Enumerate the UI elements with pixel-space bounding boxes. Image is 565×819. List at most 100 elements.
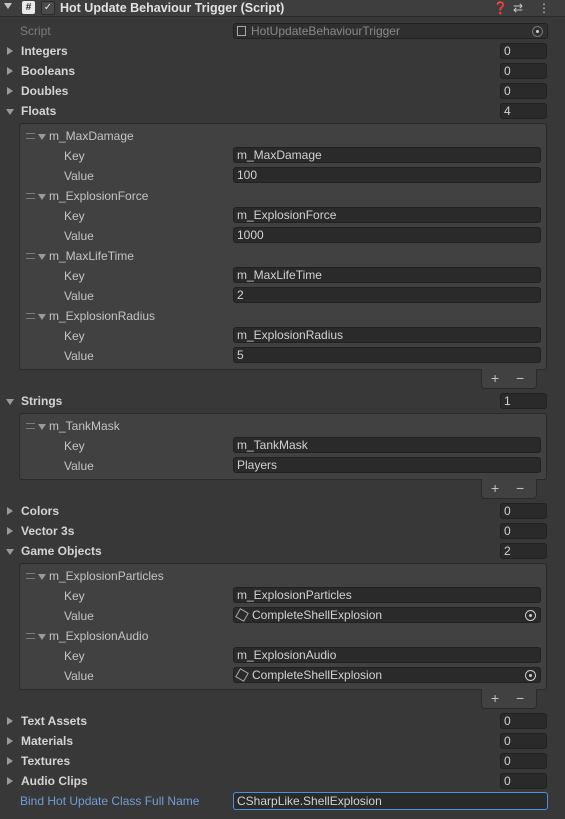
value-input[interactable]: 100	[233, 167, 541, 183]
game-objects-label[interactable]: Game Objects	[21, 544, 102, 558]
integers-count-input[interactable]: 0	[500, 43, 547, 59]
audio-clips-label[interactable]: Audio Clips	[21, 774, 88, 788]
list-item-name[interactable]: m_MaxDamage	[49, 129, 134, 143]
strings-count-input[interactable]: 1	[500, 393, 547, 409]
list-item-name[interactable]: m_ExplosionForce	[49, 189, 148, 203]
materials-count-input[interactable]: 0	[500, 733, 547, 749]
foldout-right-icon[interactable]	[7, 87, 13, 95]
foldout-down-icon[interactable]	[38, 254, 46, 260]
drag-handle-icon[interactable]	[26, 573, 35, 579]
vector3s-count-input[interactable]: 0	[500, 523, 547, 539]
script-icon: #	[22, 1, 35, 14]
vector3s-label[interactable]: Vector 3s	[21, 524, 74, 538]
object-picker-icon[interactable]	[525, 610, 536, 621]
object-field[interactable]: CompleteShellExplosion	[233, 667, 541, 683]
context-menu-icon[interactable]: ⋮	[538, 1, 550, 15]
drag-handle-icon[interactable]	[26, 313, 35, 319]
value-input[interactable]: Players	[233, 457, 541, 473]
booleans-label[interactable]: Booleans	[21, 64, 75, 78]
presets-icon[interactable]: ⇄	[513, 1, 523, 15]
foldout-down-icon[interactable]	[6, 549, 14, 555]
colors-count-input[interactable]: 0	[500, 503, 547, 519]
key-input[interactable]: m_ExplosionRadius	[233, 327, 541, 343]
foldout-down-icon[interactable]	[38, 634, 46, 640]
prefab-icon	[235, 668, 249, 682]
foldout-right-icon[interactable]	[7, 67, 13, 75]
foldout-right-icon[interactable]	[7, 737, 13, 745]
list-item-name[interactable]: m_ExplosionAudio	[49, 629, 148, 643]
foldout-down-icon[interactable]	[6, 399, 14, 405]
foldout-right-icon[interactable]	[7, 527, 13, 535]
bind-class-input[interactable]: CSharpLike.ShellExplosion	[233, 792, 548, 810]
remove-item-button[interactable]: −	[516, 370, 524, 386]
help-icon[interactable]: ❓	[493, 1, 508, 15]
key-label: Key	[64, 439, 85, 453]
audio-clips-count-input[interactable]: 0	[500, 773, 547, 789]
booleans-count-input[interactable]: 0	[500, 63, 547, 79]
value-input[interactable]: 2	[233, 287, 541, 303]
drag-handle-icon[interactable]	[26, 193, 35, 199]
foldout-right-icon[interactable]	[7, 47, 13, 55]
object-picker-icon[interactable]	[532, 26, 543, 37]
value-label: Value	[64, 349, 94, 363]
foldout-right-icon[interactable]	[7, 717, 13, 725]
key-input[interactable]: m_ExplosionForce	[233, 207, 541, 223]
foldout-down-icon[interactable]	[38, 314, 46, 320]
remove-item-button[interactable]: −	[516, 690, 524, 706]
foldout-down-icon[interactable]	[6, 109, 14, 115]
value-input[interactable]: 1000	[233, 227, 541, 243]
floats-count-input[interactable]: 4	[500, 103, 547, 119]
value-label: Value	[64, 169, 94, 183]
textures-count-input[interactable]: 0	[500, 753, 547, 769]
drag-handle-icon[interactable]	[26, 253, 35, 259]
foldout-down-icon[interactable]	[38, 194, 46, 200]
remove-item-button[interactable]: −	[516, 480, 524, 496]
list-item-name[interactable]: m_ExplosionRadius	[49, 309, 155, 323]
key-input[interactable]: m_TankMask	[233, 437, 541, 453]
enabled-checkbox[interactable]: ✓	[41, 1, 55, 15]
add-item-button[interactable]: +	[491, 690, 499, 706]
object-value: CompleteShellExplosion	[252, 668, 383, 682]
object-picker-icon[interactable]	[525, 670, 536, 681]
value-label: Value	[64, 669, 94, 683]
drag-handle-icon[interactable]	[26, 423, 35, 429]
object-field[interactable]: CompleteShellExplosion	[233, 607, 541, 623]
text-assets-label[interactable]: Text Assets	[21, 714, 87, 728]
list-item-name[interactable]: m_TankMask	[49, 419, 120, 433]
textures-label[interactable]: Textures	[21, 754, 70, 768]
key-input[interactable]: m_ExplosionAudio	[233, 647, 541, 663]
foldout-down-icon[interactable]	[38, 134, 46, 140]
foldout-down-icon[interactable]	[38, 424, 46, 430]
drag-handle-icon[interactable]	[26, 633, 35, 639]
game-objects-count-input[interactable]: 2	[500, 543, 547, 559]
add-item-button[interactable]: +	[491, 480, 499, 496]
key-input[interactable]: m_MaxDamage	[233, 147, 541, 163]
script-field[interactable]: HotUpdateBehaviourTrigger	[233, 23, 548, 39]
doubles-count-input[interactable]: 0	[500, 83, 547, 99]
list-item-name[interactable]: m_MaxLifeTime	[49, 249, 134, 263]
key-label: Key	[64, 589, 85, 603]
materials-label[interactable]: Materials	[21, 734, 73, 748]
prefab-icon	[235, 608, 249, 622]
drag-handle-icon[interactable]	[26, 133, 35, 139]
key-label: Key	[64, 269, 85, 283]
strings-label[interactable]: Strings	[21, 394, 62, 408]
foldout-arrow-icon[interactable]	[4, 3, 12, 9]
game-objects-list-footer: + −	[481, 689, 537, 709]
foldout-right-icon[interactable]	[7, 757, 13, 765]
text-assets-count-input[interactable]: 0	[500, 713, 547, 729]
doubles-label[interactable]: Doubles	[21, 84, 68, 98]
list-item-name[interactable]: m_ExplosionParticles	[49, 569, 164, 583]
integers-label[interactable]: Integers	[21, 44, 68, 58]
strings-list-footer: + −	[481, 479, 537, 499]
value-input[interactable]: 5	[233, 347, 541, 363]
add-item-button[interactable]: +	[491, 370, 499, 386]
script-value: HotUpdateBehaviourTrigger	[251, 24, 400, 38]
foldout-right-icon[interactable]	[7, 507, 13, 515]
key-input[interactable]: m_ExplosionParticles	[233, 587, 541, 603]
key-input[interactable]: m_MaxLifeTime	[233, 267, 541, 283]
foldout-right-icon[interactable]	[7, 777, 13, 785]
colors-label[interactable]: Colors	[21, 504, 59, 518]
floats-label[interactable]: Floats	[21, 104, 56, 118]
foldout-down-icon[interactable]	[38, 574, 46, 580]
